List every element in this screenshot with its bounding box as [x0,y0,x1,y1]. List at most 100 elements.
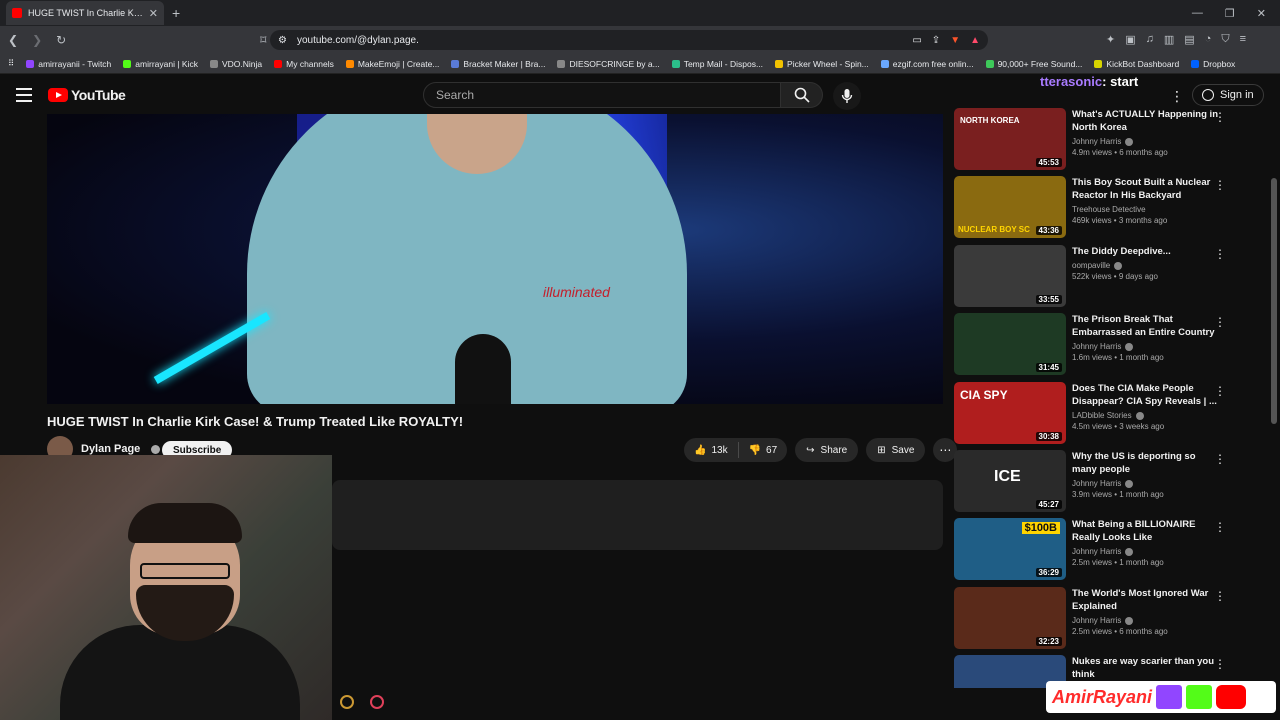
rewards-icon[interactable]: ▲ [970,35,980,46]
media-icon[interactable]: ♫ [1146,33,1154,46]
recommendation-title[interactable]: This Boy Scout Built a Nuclear Reactor I… [1072,176,1222,202]
shield-icon[interactable]: ⛉ [1221,33,1229,46]
recommendation-title[interactable]: The Prison Break That Embarrassed an Ent… [1072,313,1222,339]
more-options-icon[interactable]: ⋮ [1214,452,1226,466]
restore-icon[interactable]: ❐ [1225,7,1235,20]
screenshot-icon[interactable]: ▣ [1125,33,1135,46]
bookmark-item[interactable]: DIESOFCRINGE by a... [557,59,660,69]
recommendation-title[interactable]: What Being a BILLIONAIRE Really Looks Li… [1072,518,1222,544]
hamburger-menu-icon[interactable] [16,88,32,102]
recommendation-item[interactable]: NORTH KOREA 45:53 What's ACTUALLY Happen… [954,108,1274,170]
more-options-icon[interactable]: ⋮ [1214,589,1226,603]
bookmark-item[interactable]: VDO.Ninja [209,59,262,69]
video-thumbnail[interactable]: NUCLEAR BOY SC 43:36 [954,176,1066,238]
back-icon[interactable]: ❮ [8,33,18,47]
recommendation-channel[interactable]: LADbible Stories [1072,411,1222,420]
vpn-icon[interactable]: ◔ [1205,33,1212,46]
channel-name[interactable]: Dylan Page [81,443,140,455]
forward-icon[interactable]: ❯ [32,33,42,47]
more-options-icon[interactable]: ⋮ [1214,315,1226,329]
recommendation-channel[interactable]: Treehouse Detective [1072,205,1222,214]
description-box[interactable] [332,480,943,550]
wallet-icon[interactable]: ▤ [1184,33,1194,46]
bookmark-item[interactable]: amirrayani | Kick [123,59,198,69]
more-options-icon[interactable]: ⋮ [1214,247,1226,261]
brave-shield-icon[interactable]: ▼ [950,35,960,46]
share-url-icon[interactable]: ⇪ [932,35,940,46]
more-options-icon[interactable]: ⋮ [1214,178,1226,192]
extensions-icon[interactable]: ✦ [1106,33,1115,46]
bookmark-item[interactable]: ezgif.com free onlin... [880,59,974,69]
close-window-icon[interactable]: ✕ [1257,7,1266,20]
sidebar-icon[interactable]: ▥ [1164,33,1174,46]
bookmark-item[interactable]: amirrayanii - Twitch [26,59,111,69]
recommendation-title[interactable]: What's ACTUALLY Happening in North Korea [1072,108,1222,134]
sign-in-button[interactable]: Sign in [1192,84,1264,106]
recommendation-title[interactable]: Nukes are way scarier than you think [1072,655,1222,681]
recommendation-item[interactable]: ICE 45:27 Why the US is deporting so man… [954,450,1274,512]
recommendation-item[interactable]: NUCLEAR BOY SC 43:36 This Boy Scout Buil… [954,176,1274,238]
bookmark-item[interactable]: My channels [274,59,334,69]
recommendation-channel[interactable]: Johnny Harris [1072,479,1222,488]
video-thumbnail[interactable]: NORTH KOREA 45:53 [954,108,1066,170]
bookmark-item[interactable]: Temp Mail - Dispos... [671,59,763,69]
recommendation-item[interactable]: 31:45 The Prison Break That Embarrassed … [954,313,1274,375]
recommendation-channel[interactable]: Johnny Harris [1072,137,1222,146]
search-input[interactable]: Search [423,82,781,108]
recommendation-channel[interactable]: Johnny Harris [1072,342,1222,351]
youtube-logo[interactable]: YouTube [48,87,126,103]
recommendation-title[interactable]: The World's Most Ignored War Explained [1072,587,1222,613]
recommendation-title[interactable]: The Diddy Deepdive... [1072,245,1222,258]
url-text[interactable]: youtube.com/@dylan.page. [297,35,419,46]
browser-menu-icon[interactable]: ≡ [1240,33,1246,46]
save-button[interactable]: ⊞ Save [866,438,926,462]
page-scrollbar[interactable] [1271,178,1277,424]
reload-icon[interactable]: ↻ [56,33,66,47]
install-icon[interactable]: ▭ [912,35,921,46]
more-options-icon[interactable]: ⋮ [1214,384,1226,398]
new-tab-icon[interactable]: + [172,5,180,21]
bookmark-favicon-icon [451,59,460,68]
recommendation-item[interactable]: 32:23 The World's Most Ignored War Expla… [954,587,1274,649]
bookmark-icon[interactable]: ⌑ [260,33,266,47]
minimize-icon[interactable]: — [1192,7,1203,20]
search-button[interactable] [781,82,823,108]
video-thumbnail[interactable]: ICE 45:27 [954,450,1066,512]
browser-tab[interactable]: HUGE TWIST In Charlie Kirk Case! ✕ [6,1,164,25]
close-tab-icon[interactable]: ✕ [149,7,158,20]
more-options-icon[interactable]: ⋮ [1214,110,1226,124]
recommendation-item[interactable]: CIA SPY 30:38 Does The CIA Make People D… [954,382,1274,444]
recommendation-item[interactable]: 33:55 The Diddy Deepdive... oompaville 5… [954,245,1274,307]
recommendation-channel[interactable]: Johnny Harris [1072,616,1222,625]
like-button[interactable]: 👍 13k [684,445,738,456]
site-info-icon[interactable]: ⚙ [278,35,287,46]
video-thumbnail[interactable]: $100B 36:29 [954,518,1066,580]
streamer-brand-banner: AmirRayani [1046,681,1276,713]
bookmark-item[interactable]: KickBot Dashboard [1094,59,1179,69]
verified-icon [1125,479,1134,488]
voice-search-button[interactable] [833,82,861,110]
recommendation-title[interactable]: Does The CIA Make People Disappear? CIA … [1072,382,1222,408]
video-thumbnail[interactable]: 31:45 [954,313,1066,375]
alert-icon [340,695,354,709]
bookmark-item[interactable]: Bracket Maker | Bra... [451,59,545,69]
bookmark-item[interactable]: MakeEmoji | Create... [345,59,439,69]
dislike-button[interactable]: 👎 67 [739,445,788,456]
more-options-icon[interactable]: ⋮ [1214,657,1226,671]
video-thumbnail[interactable]: 33:55 [954,245,1066,307]
recommendation-item[interactable]: $100B 36:29 What Being a BILLIONAIRE Rea… [954,518,1274,580]
settings-menu-icon[interactable]: ⋮ [1170,88,1184,105]
apps-icon[interactable]: ⠿ [8,58,14,69]
recommendation-channel[interactable]: oompaville [1072,261,1222,270]
video-thumbnail[interactable]: CIA SPY 30:38 [954,382,1066,444]
bookmark-item[interactable]: 90,000+ Free Sound... [985,59,1082,69]
more-options-icon[interactable]: ⋮ [1214,520,1226,534]
bookmark-item[interactable]: Picker Wheel - Spin... [775,59,869,69]
address-bar[interactable]: ⚙ youtube.com/@dylan.page. ▭ ⇪ ▼ ▲ [270,30,988,50]
bookmark-item[interactable]: Dropbox [1191,59,1235,69]
video-thumbnail[interactable]: 32:23 [954,587,1066,649]
recommendation-title[interactable]: Why the US is deporting so many people [1072,450,1222,476]
share-button[interactable]: ↪ Share [795,438,859,462]
recommendation-channel[interactable]: Johnny Harris [1072,547,1222,556]
video-player[interactable]: illuminated [47,114,943,404]
